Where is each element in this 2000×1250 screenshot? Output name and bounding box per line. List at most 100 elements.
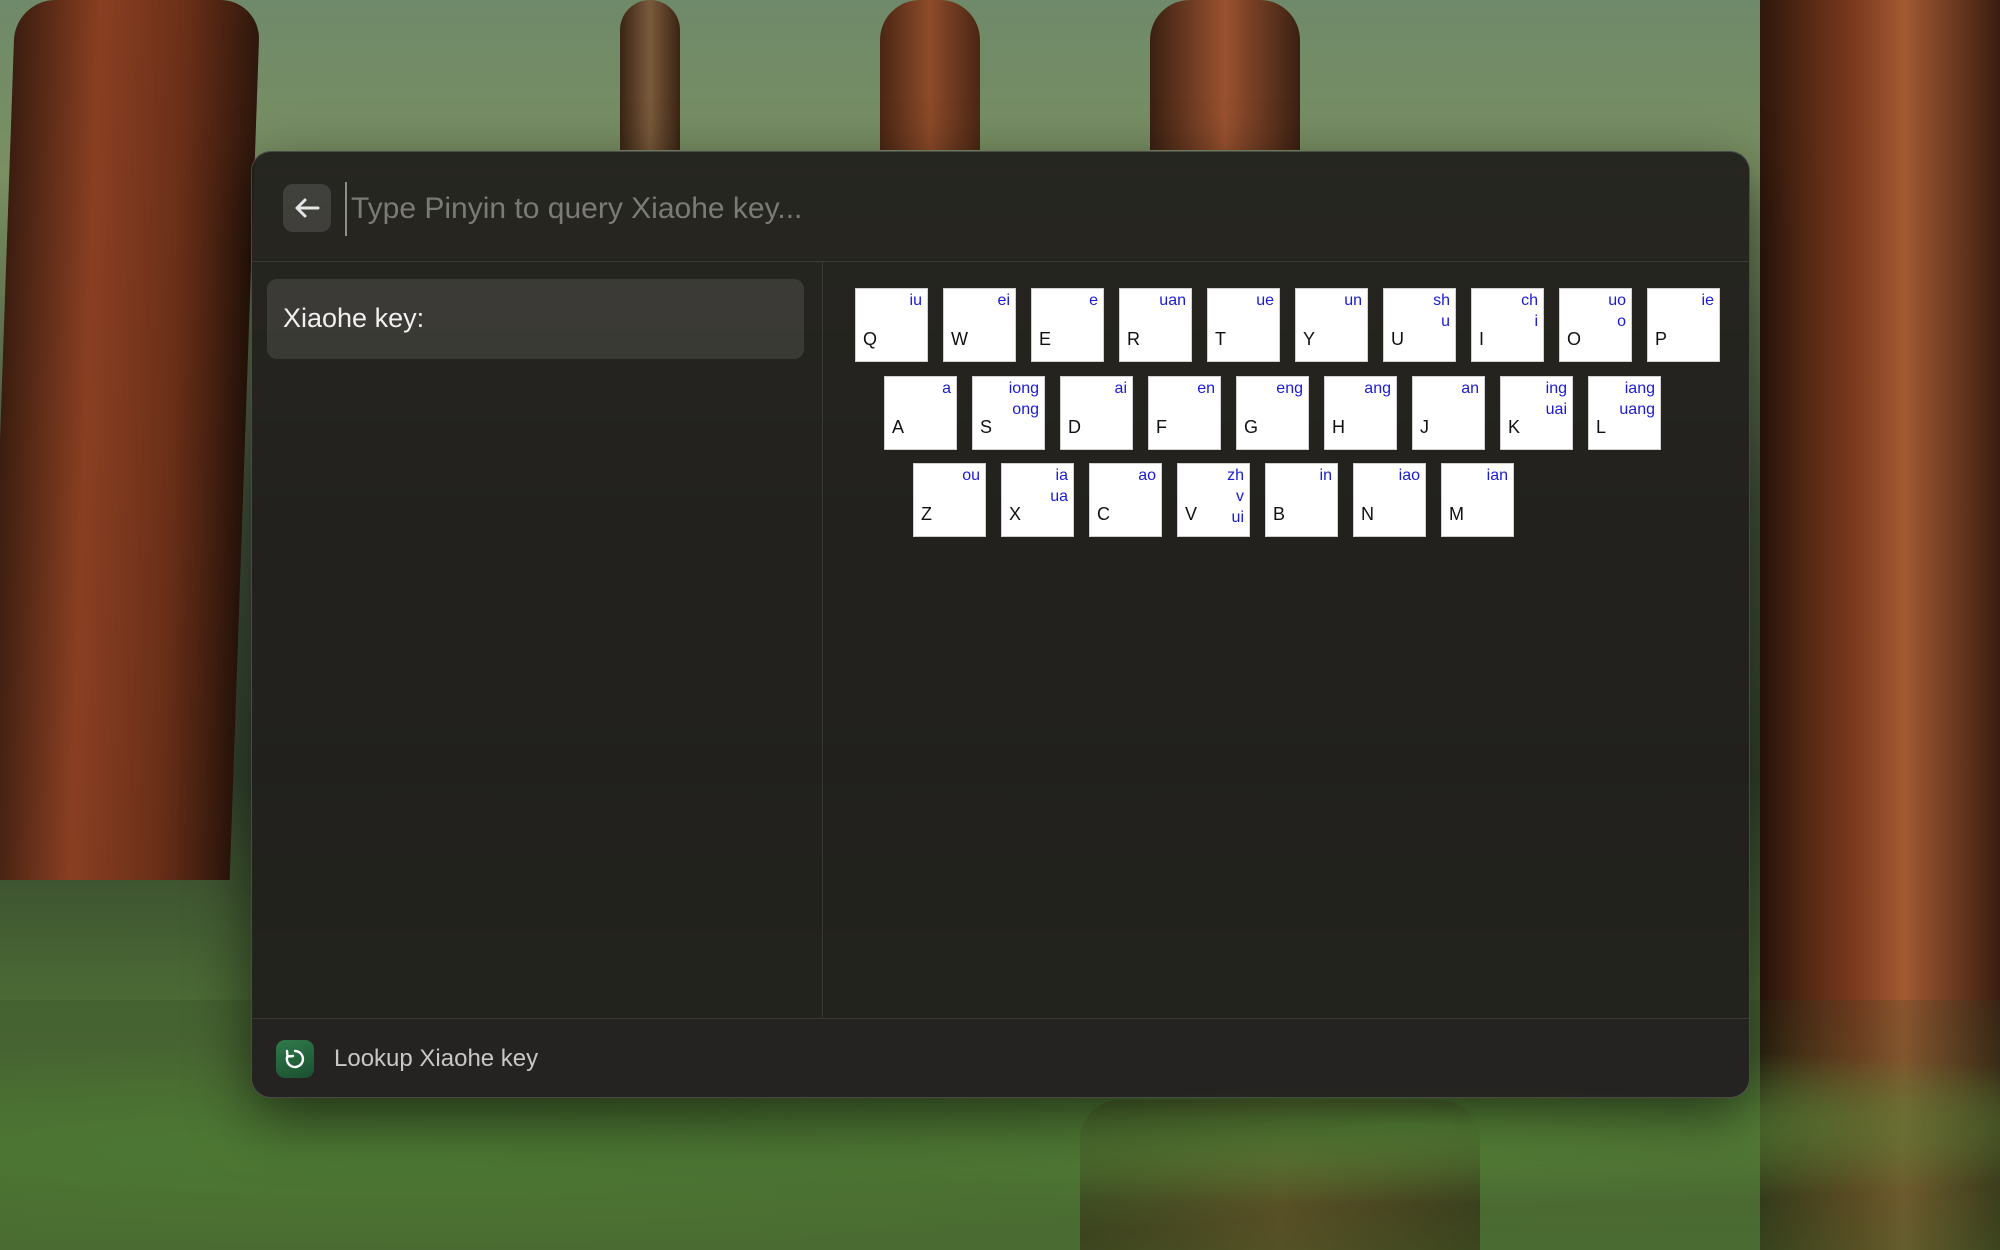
key-final-label: uang (1619, 401, 1655, 418)
key-r[interactable]: uan R (1119, 288, 1192, 362)
key-finals: iang uang (1619, 378, 1655, 420)
key-m[interactable]: ian M (1441, 463, 1514, 537)
key-j[interactable]: an J (1412, 376, 1485, 450)
key-h[interactable]: ang H (1324, 376, 1397, 450)
key-b[interactable]: in B (1265, 463, 1338, 537)
key-v[interactable]: zh v ui V (1177, 463, 1250, 537)
key-s[interactable]: iong ong S (972, 376, 1045, 450)
key-letter: M (1449, 504, 1464, 524)
key-finals: an (1461, 378, 1479, 399)
key-finals: iu (910, 290, 922, 311)
pinyin-search-input[interactable] (345, 182, 1703, 236)
wallpaper-tree-trunk (880, 0, 980, 150)
key-finals: a (942, 378, 951, 399)
key-finals: ei (998, 290, 1010, 311)
key-finals: en (1197, 378, 1215, 399)
key-letter: S (980, 417, 993, 437)
key-finals: ang (1364, 378, 1391, 399)
key-final-label: ing (1545, 380, 1567, 397)
key-letter: P (1655, 329, 1668, 349)
action-bar: Lookup Xiaohe key (252, 1018, 1749, 1097)
key-final-label: ch (1521, 292, 1538, 309)
key-final-label: en (1197, 380, 1215, 397)
key-letter: N (1361, 504, 1374, 524)
key-letter: C (1097, 504, 1110, 524)
key-final-label: ong (1012, 401, 1039, 418)
key-letter: Z (921, 504, 932, 524)
key-x[interactable]: ia ua X (1001, 463, 1074, 537)
key-final-label: uo (1608, 292, 1626, 309)
key-u[interactable]: sh u U (1383, 288, 1456, 362)
key-finals: eng (1276, 378, 1303, 399)
key-final-label: un (1344, 292, 1362, 309)
key-final-label: iu (909, 292, 922, 309)
search-bar (252, 152, 1749, 262)
key-finals: sh u (1433, 290, 1450, 332)
key-letter: E (1039, 329, 1052, 349)
key-letter: V (1185, 504, 1198, 524)
key-final-label: e (1089, 292, 1098, 309)
key-final-label: an (1461, 380, 1479, 397)
key-i[interactable]: ch i I (1471, 288, 1544, 362)
key-p[interactable]: ie P (1647, 288, 1720, 362)
key-d[interactable]: ai D (1060, 376, 1133, 450)
key-w[interactable]: ei W (943, 288, 1016, 362)
key-final-label: zh (1227, 467, 1244, 484)
key-final-label: iong (1008, 380, 1039, 397)
key-q[interactable]: iu Q (855, 288, 928, 362)
key-final-label: ou (962, 467, 980, 484)
key-y[interactable]: un Y (1295, 288, 1368, 362)
key-letter: Y (1303, 329, 1316, 349)
key-letter: K (1508, 417, 1521, 437)
key-letter: Q (863, 329, 878, 349)
key-finals: ing uai (1546, 378, 1567, 420)
key-e[interactable]: eE (1031, 288, 1104, 362)
key-final-label: ao (1138, 467, 1156, 484)
key-final-label: uan (1159, 292, 1186, 309)
back-button[interactable] (283, 184, 331, 232)
app-icon (276, 1040, 314, 1078)
key-finals: un (1344, 290, 1362, 311)
key-letter: F (1156, 417, 1167, 437)
key-f[interactable]: en F (1148, 376, 1221, 450)
key-z[interactable]: ou Z (913, 463, 986, 537)
key-final-label: in (1319, 467, 1332, 484)
key-finals: ie (1702, 290, 1714, 311)
key-final-label: a (942, 380, 951, 397)
key-final-label: uai (1545, 401, 1567, 418)
key-c[interactable]: ao C (1089, 463, 1162, 537)
key-final-label: iao (1398, 467, 1420, 484)
loop-arrow-icon (285, 1049, 305, 1069)
key-final-label: v (1236, 488, 1244, 505)
key-letter: I (1479, 329, 1485, 349)
key-final-label: ia (1055, 467, 1068, 484)
key-l[interactable]: iang uang L (1588, 376, 1661, 450)
key-letter: U (1391, 329, 1404, 349)
key-final-label: i (1534, 313, 1538, 330)
key-finals: ao (1138, 465, 1156, 486)
key-finals: uan (1159, 290, 1186, 311)
wallpaper-tree-trunk (1150, 0, 1300, 150)
key-o[interactable]: uo o O (1559, 288, 1632, 362)
list-item-xiaohe-key[interactable]: Xiaohe key: (267, 279, 804, 359)
key-finals: zh v ui (1227, 465, 1244, 528)
key-letter: W (951, 329, 968, 349)
detail-pane: iu Qei We Euan Rue Tun Ysh u Uch i Iuo o Oie P a Aiong… (823, 262, 1749, 1017)
key-final-label: sh (1433, 292, 1450, 309)
key-g[interactable]: eng G (1236, 376, 1309, 450)
key-final-label: ang (1364, 380, 1391, 397)
key-final-label: ue (1256, 292, 1274, 309)
key-letter: X (1009, 504, 1022, 524)
key-letter: B (1273, 504, 1286, 524)
key-n[interactable]: iao N (1353, 463, 1426, 537)
key-a[interactable]: aA (884, 376, 957, 450)
key-finals: ian (1487, 465, 1508, 486)
launcher-window: Xiaohe key: iuQeiWeEuanRueTunYshuUchiIuo… (251, 151, 1750, 1098)
key-final-label: u (1441, 313, 1450, 330)
wallpaper-tree-trunk (0, 0, 261, 880)
key-finals: ch i (1521, 290, 1538, 332)
key-k[interactable]: ing uai K (1500, 376, 1573, 450)
key-finals: e (1089, 290, 1098, 311)
key-t[interactable]: ue T (1207, 288, 1280, 362)
key-final-label: eng (1276, 380, 1303, 397)
